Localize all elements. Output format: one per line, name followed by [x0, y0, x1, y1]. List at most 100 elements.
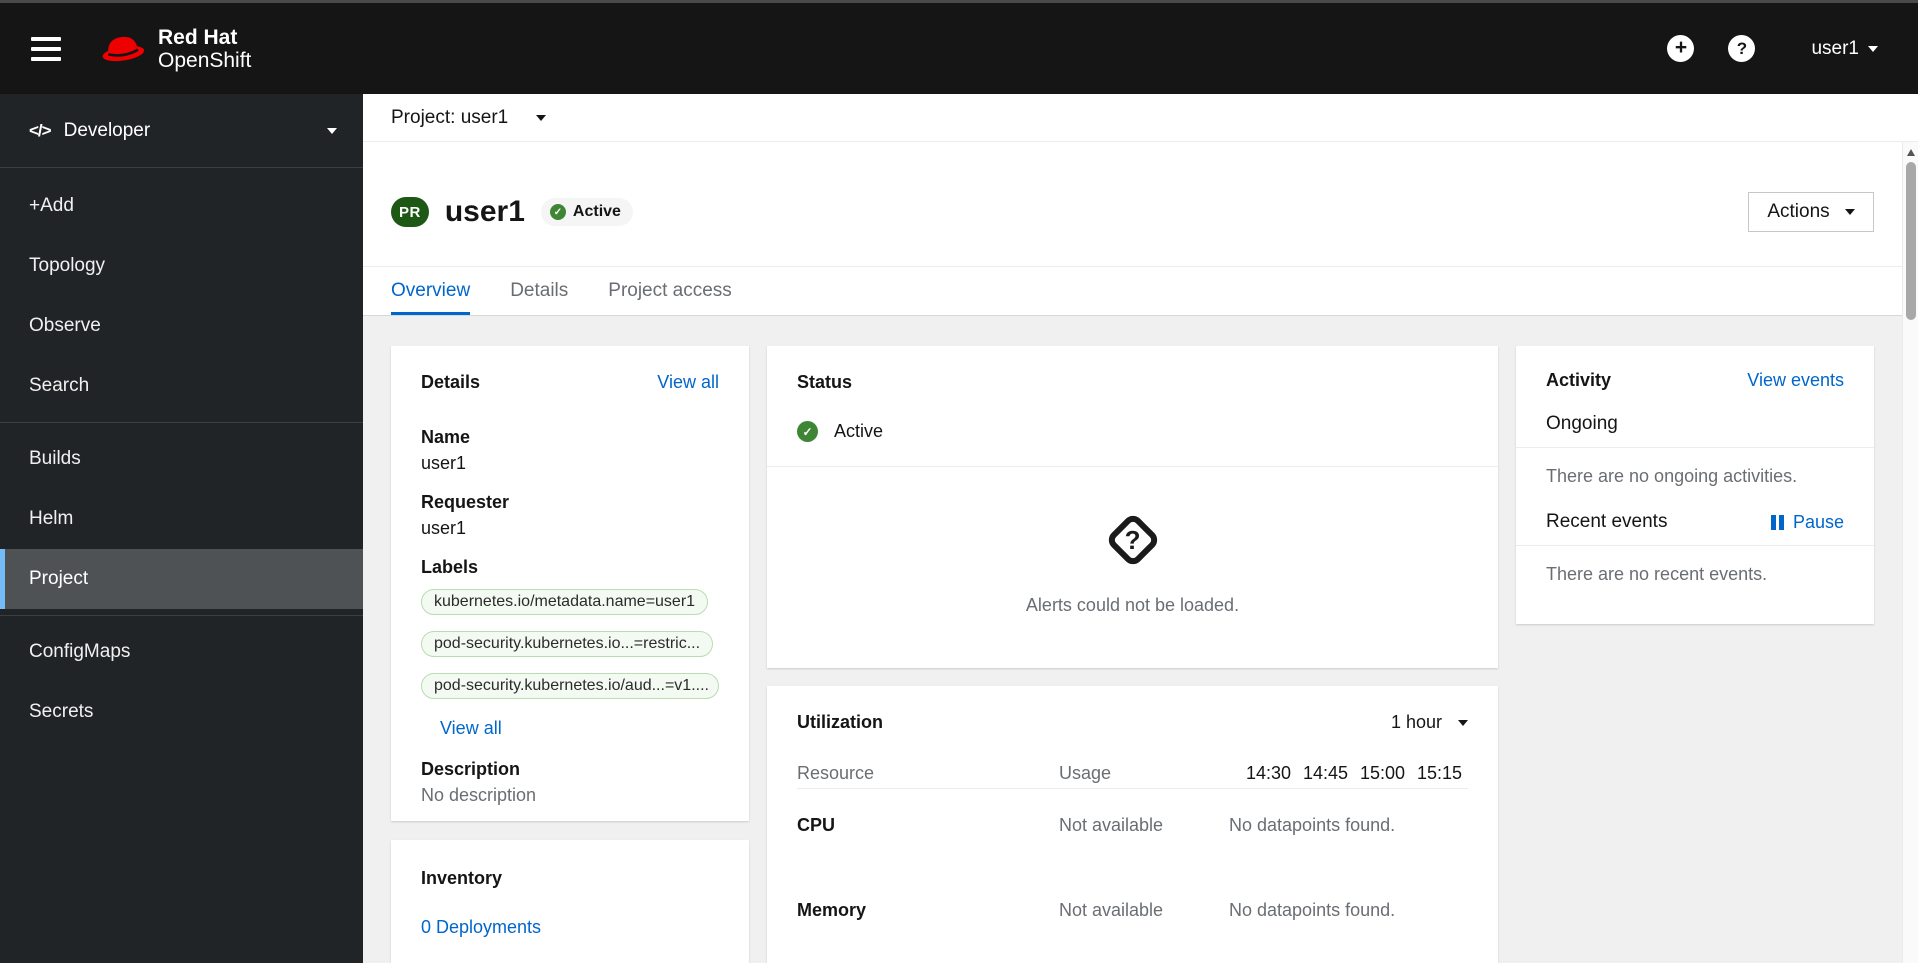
- perspective-switcher[interactable]: </> Developer: [0, 94, 363, 168]
- vertical-scrollbar[interactable]: [1902, 142, 1918, 963]
- check-circle-icon: ✓: [549, 204, 566, 220]
- middle-column: Status ✓ Active ? Alerts could not be lo…: [767, 346, 1498, 963]
- resource-usage: Not available: [1059, 900, 1164, 920]
- sidebar-item-topology[interactable]: Topology: [0, 236, 363, 296]
- time-tick-label: 15:00: [1359, 763, 1406, 783]
- code-icon: </>: [29, 120, 52, 140]
- duration-dropdown[interactable]: 1 hour: [1391, 712, 1468, 733]
- details-view-all-link[interactable]: View all: [657, 372, 719, 393]
- details-card: Details View all Name user1 Requester us…: [391, 346, 749, 821]
- resource-datapoints: No datapoints found.: [1229, 815, 1396, 835]
- project-badge: PR: [391, 197, 429, 227]
- name-term: Name: [421, 427, 471, 447]
- perspective-label: Developer: [63, 119, 151, 141]
- pause-events-button[interactable]: Pause: [1770, 512, 1844, 533]
- ongoing-empty-message: There are no ongoing activities.: [1546, 466, 1798, 486]
- divider: [0, 615, 363, 616]
- details-card-title: Details: [421, 372, 481, 392]
- duration-value: 1 hour: [1390, 712, 1442, 732]
- sidebar-item-add[interactable]: +Add: [0, 176, 363, 236]
- masthead-toolbar: + ? user1: [1667, 35, 1878, 62]
- alerts-empty-message: Alerts could not be loaded.: [1025, 595, 1240, 615]
- chevron-down-icon: [1458, 719, 1468, 726]
- resource-column-header: Resource: [797, 763, 875, 783]
- redhat-openshift-logo[interactable]: Red Hat OpenShift: [99, 26, 251, 72]
- view-events-link[interactable]: View events: [1747, 370, 1844, 391]
- sidebar-nav: </> Developer +Add Topology Observe Sear…: [0, 94, 363, 963]
- scrollbar-thumb[interactable]: [1905, 162, 1916, 320]
- main-area: Project: user1 PR user1 ✓ Active Actions…: [363, 94, 1918, 963]
- sidebar-item-secrets[interactable]: Secrets: [0, 682, 363, 742]
- utilization-card: Utilization 1 hour Resource Usage 14:30 …: [767, 686, 1498, 963]
- actions-dropdown-button[interactable]: Actions: [1748, 192, 1874, 232]
- check-circle-icon: ✓: [797, 421, 818, 442]
- overview-dashboard: Details View all Name user1 Requester us…: [363, 316, 1918, 963]
- hamburger-icon: [31, 36, 61, 41]
- requester-value: user1: [421, 518, 467, 538]
- nav-toggle-button[interactable]: [31, 36, 61, 61]
- left-column: Details View all Name user1 Requester us…: [391, 346, 749, 963]
- help-button[interactable]: ?: [1728, 35, 1756, 62]
- sidebar-item-configmaps[interactable]: ConfigMaps: [0, 622, 363, 682]
- usage-column-header: Usage: [1059, 763, 1112, 783]
- quick-create-button[interactable]: +: [1667, 35, 1695, 62]
- labels-view-all-link[interactable]: View all: [440, 718, 502, 739]
- divider: [1516, 447, 1874, 448]
- utilization-card-title: Utilization: [797, 712, 883, 732]
- chevron-down-icon: [1844, 209, 1855, 215]
- deployments-count-link[interactable]: 0 Deployments: [421, 917, 541, 938]
- page-title: user1: [444, 195, 525, 228]
- sidebar-item-project[interactable]: Project: [0, 549, 363, 609]
- name-value: user1: [421, 453, 467, 473]
- redhat-fedora-icon: [102, 36, 145, 61]
- sidebar-item-helm[interactable]: Helm: [0, 489, 363, 549]
- tab-overview[interactable]: Overview: [391, 267, 471, 315]
- sidebar-item-search[interactable]: Search: [0, 356, 363, 416]
- tab-details[interactable]: Details: [510, 267, 568, 315]
- project-selector-dropdown[interactable]: Project: user1: [391, 106, 547, 129]
- time-tick-label: 14:45: [1302, 763, 1349, 783]
- requester-term: Requester: [421, 492, 510, 512]
- plus-circle-icon: +: [1667, 35, 1695, 62]
- chevron-down-icon: [327, 127, 337, 134]
- help-circle-icon: ?: [1728, 35, 1756, 62]
- status-card-title: Status: [797, 372, 853, 392]
- chevron-down-icon: [1868, 45, 1878, 52]
- ongoing-section-title: Ongoing: [1546, 413, 1618, 434]
- tab-bar: Overview Details Project access: [363, 266, 1918, 316]
- utilization-row-memory: Memory Not available No datapoints found…: [797, 900, 1468, 921]
- project-selector-bar: Project: user1: [363, 94, 1918, 142]
- sidebar-item-builds[interactable]: Builds: [0, 429, 363, 489]
- chevron-down-icon: [536, 114, 547, 121]
- user-menu-button[interactable]: user1: [1811, 38, 1878, 60]
- label-chip[interactable]: kubernetes.io/metadata.name=user1: [421, 589, 709, 615]
- brand-text: Red Hat OpenShift: [158, 26, 251, 72]
- inventory-card: Inventory 0 Deployments: [391, 840, 749, 963]
- pause-icon: [1770, 514, 1784, 530]
- time-tick-label: 14:30: [1245, 763, 1292, 783]
- username: user1: [1811, 37, 1859, 59]
- label-chip[interactable]: pod-security.kubernetes.io/aud...=v1....: [421, 673, 719, 699]
- time-tick-label: 15:15: [1416, 763, 1463, 783]
- inventory-card-title: Inventory: [421, 868, 503, 888]
- divider: [0, 422, 363, 423]
- sidebar-nav-list: +Add Topology Observe Search Builds Helm…: [0, 168, 363, 742]
- status-badge-label: Active: [572, 203, 621, 220]
- label-chip[interactable]: pod-security.kubernetes.io...=restric...: [421, 631, 714, 657]
- project-selector-label: Project: user1: [391, 106, 509, 128]
- resource-name: CPU: [797, 815, 836, 835]
- project-status-label: Active: [834, 421, 884, 441]
- sidebar-item-observe[interactable]: Observe: [0, 296, 363, 356]
- brand-line2: OpenShift: [158, 48, 252, 72]
- description-term: Description: [421, 759, 521, 779]
- scroll-up-arrow-icon[interactable]: [1906, 149, 1915, 156]
- tab-project-access[interactable]: Project access: [608, 267, 732, 315]
- right-column: Activity View events Ongoing There are n…: [1516, 346, 1874, 963]
- activity-card-title: Activity: [1546, 370, 1612, 390]
- utilization-header-row: Resource Usage 14:30 14:45 15:00 15:15: [797, 763, 1468, 784]
- page-header: PR user1 ✓ Active Actions: [363, 142, 1918, 266]
- status-card: Status ✓ Active ? Alerts could not be lo…: [767, 346, 1498, 668]
- unknown-status-icon: ?: [1104, 511, 1161, 569]
- activity-card: Activity View events Ongoing There are n…: [1516, 346, 1874, 624]
- labels-term: Labels: [421, 557, 479, 577]
